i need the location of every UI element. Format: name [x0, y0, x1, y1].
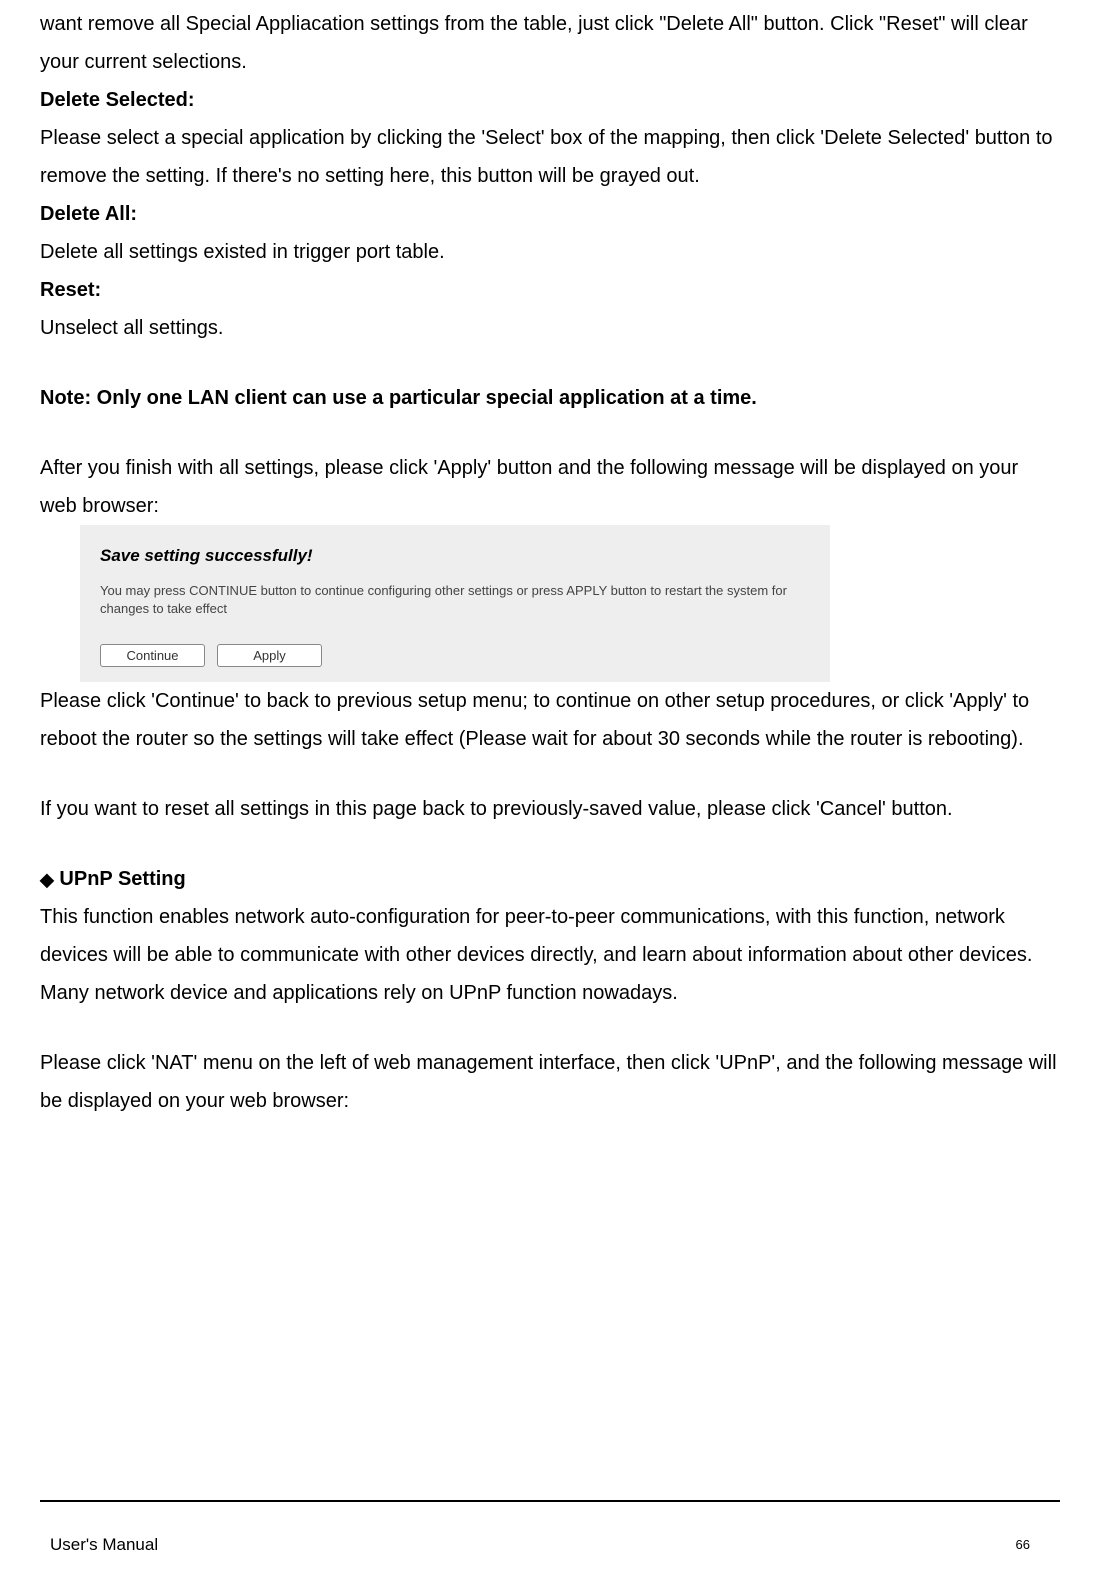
- upnp-heading-label: UPnP Setting: [59, 868, 185, 890]
- apply-button[interactable]: Apply: [217, 644, 322, 667]
- delete-all-text: Delete all settings existed in trigger p…: [40, 233, 1060, 271]
- save-success-dialog: Save setting successfully! You may press…: [80, 525, 830, 682]
- delete-selected-label: Delete Selected:: [40, 81, 1060, 119]
- after-finish-text: After you finish with all settings, plea…: [40, 449, 1060, 525]
- cancel-text: If you want to reset all settings in thi…: [40, 790, 1060, 828]
- reset-label: Reset:: [40, 271, 1060, 309]
- upnp-nav-text: Please click 'NAT' menu on the left of w…: [40, 1044, 1060, 1120]
- upnp-text: This function enables network auto-confi…: [40, 898, 1060, 1012]
- diamond-icon: ◆: [40, 869, 54, 889]
- dialog-title: Save setting successfully!: [100, 540, 810, 572]
- footer-title: User's Manual: [50, 1529, 158, 1561]
- intro-paragraph: want remove all Special Appliacation set…: [40, 5, 1060, 81]
- delete-selected-text: Please select a special application by c…: [40, 119, 1060, 195]
- reset-text: Unselect all settings.: [40, 309, 1060, 347]
- upnp-heading: ◆ UPnP Setting: [40, 860, 1060, 898]
- page-footer: User's Manual 66: [40, 1517, 1060, 1576]
- note-text: Note: Only one LAN client can use a part…: [40, 379, 1060, 417]
- continue-text: Please click 'Continue' to back to previ…: [40, 682, 1060, 758]
- delete-all-label: Delete All:: [40, 195, 1060, 233]
- page-number: 66: [1016, 1533, 1030, 1558]
- continue-button[interactable]: Continue: [100, 644, 205, 667]
- dialog-text: You may press CONTINUE button to continu…: [100, 582, 810, 618]
- footer-divider: [40, 1500, 1060, 1502]
